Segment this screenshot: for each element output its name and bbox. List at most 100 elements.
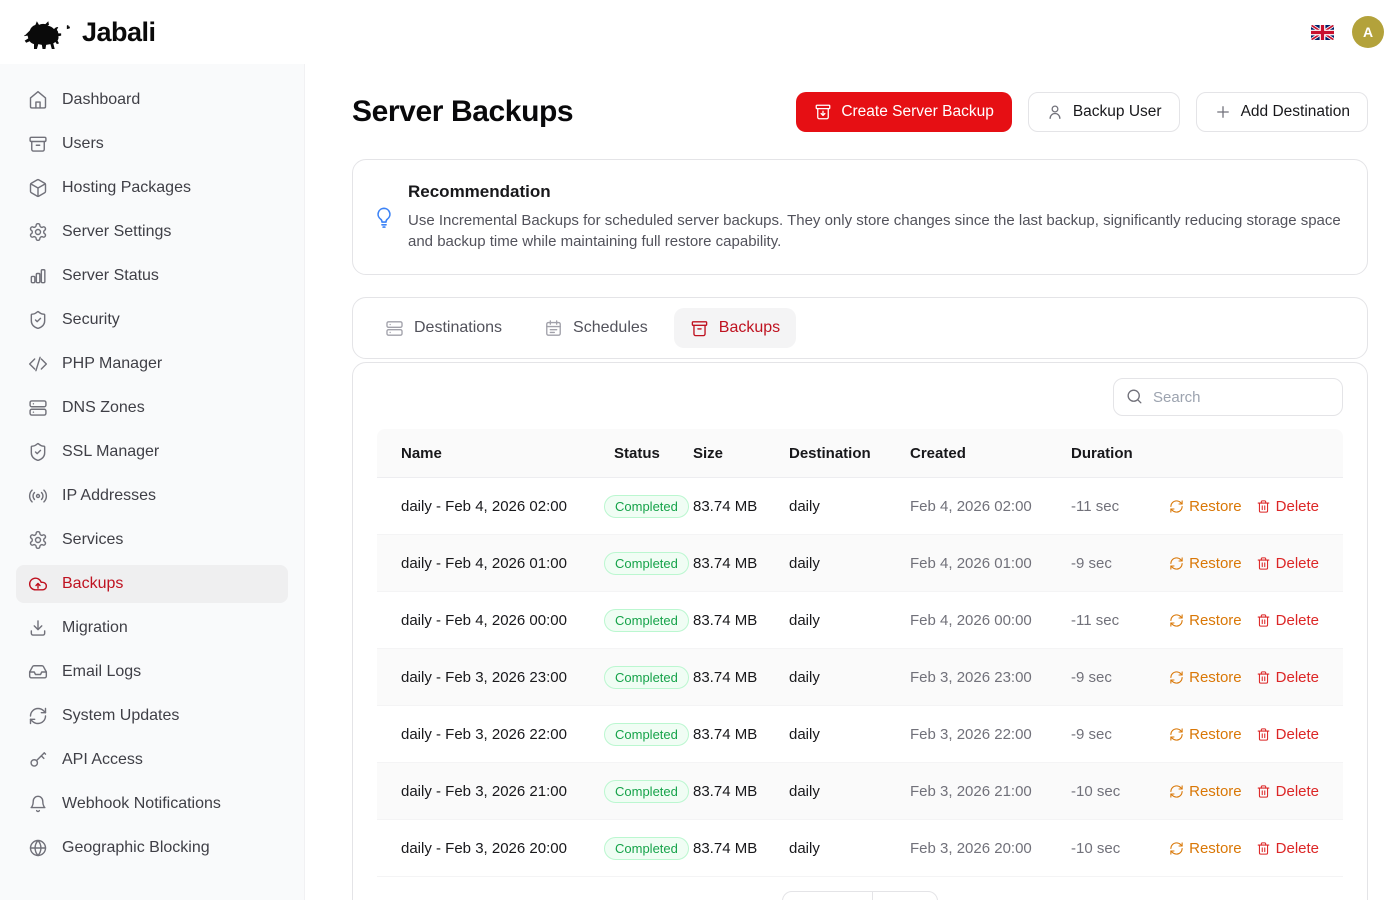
restore-icon <box>1169 841 1184 856</box>
cell-name: daily - Feb 4, 2026 01:00 <box>401 555 614 572</box>
restore-button[interactable]: Restore <box>1169 726 1242 743</box>
restore-icon <box>1169 613 1184 628</box>
status-badge: Completed <box>604 723 689 746</box>
refresh-icon <box>28 706 48 726</box>
cell-created: Feb 4, 2026 00:00 <box>910 612 1071 629</box>
avatar[interactable]: A <box>1352 16 1384 48</box>
lightbulb-icon <box>373 206 395 228</box>
sidebar-item-migration[interactable]: Migration <box>16 609 288 647</box>
table-body: daily - Feb 4, 2026 02:00Completed83.74 … <box>377 478 1343 877</box>
add-destination-button[interactable]: Add Destination <box>1196 92 1368 132</box>
restore-button[interactable]: Restore <box>1169 783 1242 800</box>
sidebar-item-dashboard[interactable]: Dashboard <box>16 81 288 119</box>
page-head: Server Backups Create Server BackupBacku… <box>352 92 1368 132</box>
cell-created: Feb 4, 2026 01:00 <box>910 555 1071 572</box>
server-icon <box>28 398 48 418</box>
sidebar-item-webhook-notifications[interactable]: Webhook Notifications <box>16 785 288 823</box>
sidebar-item-users[interactable]: Users <box>16 125 288 163</box>
sidebar-item-server-status[interactable]: Server Status <box>16 257 288 295</box>
sidebar-item-hosting-packages[interactable]: Hosting Packages <box>16 169 288 207</box>
recommendation-text: Recommendation Use Incremental Backups f… <box>408 182 1347 252</box>
trash-icon <box>1256 556 1271 571</box>
sidebar-item-label: System Updates <box>62 707 179 725</box>
delete-button[interactable]: Delete <box>1256 555 1319 572</box>
cell-duration: -11 sec <box>1071 612 1166 629</box>
cell-size: 83.74 MB <box>693 840 789 857</box>
sidebar-item-label: API Access <box>62 751 143 769</box>
sidebar-item-label: Security <box>62 311 120 329</box>
cell-name: daily - Feb 3, 2026 20:00 <box>401 840 614 857</box>
table-row: daily - Feb 3, 2026 22:00Completed83.74 … <box>377 706 1343 763</box>
backup-user-button[interactable]: Backup User <box>1028 92 1180 132</box>
sidebar-item-label: SSL Manager <box>62 443 159 461</box>
sidebar-item-label: DNS Zones <box>62 399 145 417</box>
cell-size: 83.74 MB <box>693 555 789 572</box>
status-badge: Completed <box>604 780 689 803</box>
sidebar-item-geographic-blocking[interactable]: Geographic Blocking <box>16 829 288 867</box>
sidebar-item-api-access[interactable]: API Access <box>16 741 288 779</box>
row-actions: Restore Delete <box>1169 498 1319 515</box>
sidebar-item-php-manager[interactable]: PHP Manager <box>16 345 288 383</box>
table-row: daily - Feb 4, 2026 01:00Completed83.74 … <box>377 535 1343 592</box>
restore-button[interactable]: Restore <box>1169 555 1242 572</box>
sidebar-item-server-settings[interactable]: Server Settings <box>16 213 288 251</box>
cell-size: 83.74 MB <box>693 783 789 800</box>
tab-label: Destinations <box>414 319 502 337</box>
search-input[interactable] <box>1113 378 1343 416</box>
delete-button[interactable]: Delete <box>1256 840 1319 857</box>
column-destination: Destination <box>789 445 910 462</box>
delete-button[interactable]: Delete <box>1256 783 1319 800</box>
sidebar-item-services[interactable]: Services <box>16 521 288 559</box>
cell-created: Feb 3, 2026 20:00 <box>910 840 1071 857</box>
cell-duration: -10 sec <box>1071 783 1166 800</box>
cell-size: 83.74 MB <box>693 612 789 629</box>
table-header: NameStatusSizeDestinationCreatedDuration <box>377 429 1343 478</box>
page-actions: Create Server Backup Backup User Add Desti… <box>796 92 1368 132</box>
restore-button[interactable]: Restore <box>1169 840 1242 857</box>
inbox-icon <box>28 662 48 682</box>
delete-button[interactable]: Delete <box>1256 669 1319 686</box>
tab-schedules[interactable]: Schedules <box>528 308 664 348</box>
sidebar-item-label: Hosting Packages <box>62 179 191 197</box>
pagination: Showing 1 to 7 of 7 results Per page 10 <box>377 877 1343 900</box>
table-row: daily - Feb 4, 2026 00:00Completed83.74 … <box>377 592 1343 649</box>
delete-button[interactable]: Delete <box>1256 726 1319 743</box>
sidebar-item-ip-addresses[interactable]: IP Addresses <box>16 477 288 515</box>
restore-icon <box>1169 727 1184 742</box>
sidebar-item-backups[interactable]: Backups <box>16 565 288 603</box>
restore-button[interactable]: Restore <box>1169 669 1242 686</box>
table-row: daily - Feb 4, 2026 02:00Completed83.74 … <box>377 478 1343 535</box>
sidebar-item-label: Server Settings <box>62 223 171 241</box>
tab-label: Schedules <box>573 319 648 337</box>
cell-size: 83.74 MB <box>693 669 789 686</box>
sidebar-item-label: Server Status <box>62 267 159 285</box>
sidebar-item-ssl-manager[interactable]: SSL Manager <box>16 433 288 471</box>
delete-button[interactable]: Delete <box>1256 612 1319 629</box>
row-actions: Restore Delete <box>1169 612 1319 629</box>
cell-name: daily - Feb 3, 2026 22:00 <box>401 726 614 743</box>
column-size: Size <box>693 445 789 462</box>
cell-size: 83.74 MB <box>693 726 789 743</box>
restore-button[interactable]: Restore <box>1169 498 1242 515</box>
cell-duration: -10 sec <box>1071 840 1166 857</box>
delete-button[interactable]: Delete <box>1256 498 1319 515</box>
sidebar-item-dns-zones[interactable]: DNS Zones <box>16 389 288 427</box>
tab-backups[interactable]: Backups <box>674 308 796 348</box>
per-page-select[interactable]: Per page 10 <box>782 891 938 900</box>
trash-icon <box>1256 784 1271 799</box>
calendar-icon <box>544 319 563 338</box>
trash-icon <box>1256 499 1271 514</box>
tab-destinations[interactable]: Destinations <box>369 308 518 348</box>
brand-logo[interactable]: Jabali <box>24 15 156 49</box>
sidebar-item-system-updates[interactable]: System Updates <box>16 697 288 735</box>
sidebar-item-email-logs[interactable]: Email Logs <box>16 653 288 691</box>
uk-flag-icon[interactable] <box>1311 25 1334 40</box>
row-actions: Restore Delete <box>1169 555 1319 572</box>
create-server-backup-button[interactable]: Create Server Backup <box>796 92 1012 132</box>
sidebar-item-security[interactable]: Security <box>16 301 288 339</box>
download-icon <box>28 618 48 638</box>
sidebar-item-label: Backups <box>62 575 123 593</box>
sidebar-item-label: Email Logs <box>62 663 141 681</box>
sidebar-item-label: Migration <box>62 619 128 637</box>
restore-button[interactable]: Restore <box>1169 612 1242 629</box>
